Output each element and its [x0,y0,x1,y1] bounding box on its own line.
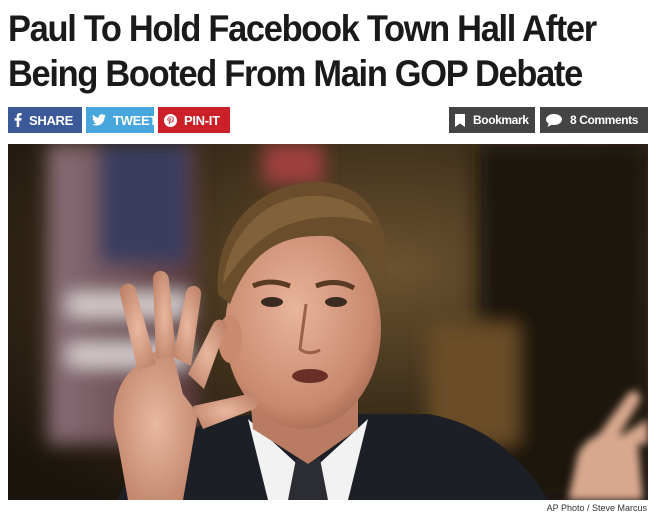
bookmark-button[interactable]: Bookmark [449,107,535,133]
pinterest-pin-label: PIN-IT [184,112,220,128]
bookmark-label: Bookmark [473,113,529,127]
article-actions-bar: Bookmark 8 Comments [449,107,648,133]
headline-line-2: Being Booted From Main GOP Debate [8,53,583,94]
pinterest-pin-button[interactable]: PIN-IT [158,107,230,133]
comments-button[interactable]: 8 Comments [540,107,648,133]
speaker-photo-illustration [8,144,648,500]
article-headline: Paul To Hold Facebook Town Hall After Be… [8,6,603,96]
photo-credit: AP Photo / Steve Marcus [546,503,647,513]
twitter-tweet-button[interactable]: TWEET [86,107,157,133]
facebook-icon [14,113,22,127]
twitter-icon [92,114,106,126]
facebook-share-label: SHARE [29,112,74,128]
headline-line-1: Paul To Hold Facebook Town Hall After [8,8,597,49]
comments-count-label: 8 Comments [570,113,639,127]
facebook-share-button[interactable]: SHARE [8,107,82,133]
share-bar: SHARE TWEET PIN-IT [8,107,230,133]
article-photo [8,144,648,500]
bookmark-icon [455,113,465,127]
pinterest-icon [164,113,177,127]
twitter-tweet-label: TWEET [113,112,157,128]
comment-icon [546,113,562,127]
